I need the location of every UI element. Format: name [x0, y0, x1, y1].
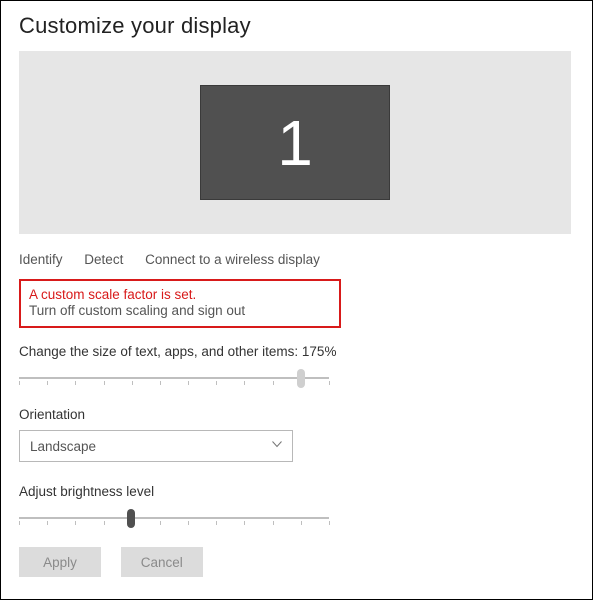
slider-tick: [104, 521, 105, 525]
slider-tick: [244, 381, 245, 385]
brightness-slider[interactable]: [19, 507, 329, 529]
slider-tick: [19, 521, 20, 525]
display-preview-area: 1: [19, 51, 571, 234]
slider-track: [19, 377, 329, 379]
text-size-label: Change the size of text, apps, and other…: [19, 344, 574, 359]
detect-link[interactable]: Detect: [84, 252, 123, 267]
button-row: Apply Cancel: [19, 547, 574, 577]
cancel-button[interactable]: Cancel: [121, 547, 203, 577]
chevron-down-icon: [272, 441, 282, 451]
connect-wireless-display-link[interactable]: Connect to a wireless display: [145, 252, 320, 267]
slider-tick: [273, 521, 274, 525]
identify-link[interactable]: Identify: [19, 252, 63, 267]
custom-scale-warning-box: A custom scale factor is set. Turn off c…: [19, 279, 341, 328]
slider-tick: [188, 521, 189, 525]
slider-tick: [301, 521, 302, 525]
orientation-section: Orientation Landscape: [19, 407, 574, 462]
slider-tick: [75, 521, 76, 525]
slider-tick: [19, 381, 20, 385]
orientation-selected-value: Landscape: [30, 439, 96, 454]
slider-tick: [216, 381, 217, 385]
text-size-slider-thumb[interactable]: [297, 369, 305, 388]
slider-tick: [160, 381, 161, 385]
slider-tick: [329, 381, 330, 385]
slider-tick: [47, 521, 48, 525]
page-title: Customize your display: [19, 13, 574, 39]
display-actions-row: Identify Detect Connect to a wireless di…: [19, 244, 574, 279]
orientation-label: Orientation: [19, 407, 574, 422]
brightness-label: Adjust brightness level: [19, 484, 574, 499]
brightness-slider-thumb[interactable]: [127, 509, 135, 528]
monitor-tile-1[interactable]: 1: [200, 85, 390, 200]
text-size-section: Change the size of text, apps, and other…: [19, 344, 574, 389]
turn-off-custom-scaling-link[interactable]: Turn off custom scaling and sign out: [29, 303, 331, 318]
slider-tick: [188, 381, 189, 385]
monitor-number: 1: [277, 111, 313, 175]
slider-tick: [273, 381, 274, 385]
apply-button[interactable]: Apply: [19, 547, 101, 577]
slider-track: [19, 517, 329, 519]
slider-tick: [104, 381, 105, 385]
slider-tick: [160, 521, 161, 525]
slider-tick: [75, 381, 76, 385]
slider-tick: [47, 381, 48, 385]
custom-scale-warning-text: A custom scale factor is set.: [29, 287, 331, 302]
slider-tick: [329, 521, 330, 525]
slider-tick: [216, 521, 217, 525]
brightness-section: Adjust brightness level: [19, 484, 574, 529]
text-size-slider[interactable]: [19, 367, 329, 389]
orientation-select[interactable]: Landscape: [19, 430, 293, 462]
slider-tick: [132, 381, 133, 385]
slider-tick: [244, 521, 245, 525]
